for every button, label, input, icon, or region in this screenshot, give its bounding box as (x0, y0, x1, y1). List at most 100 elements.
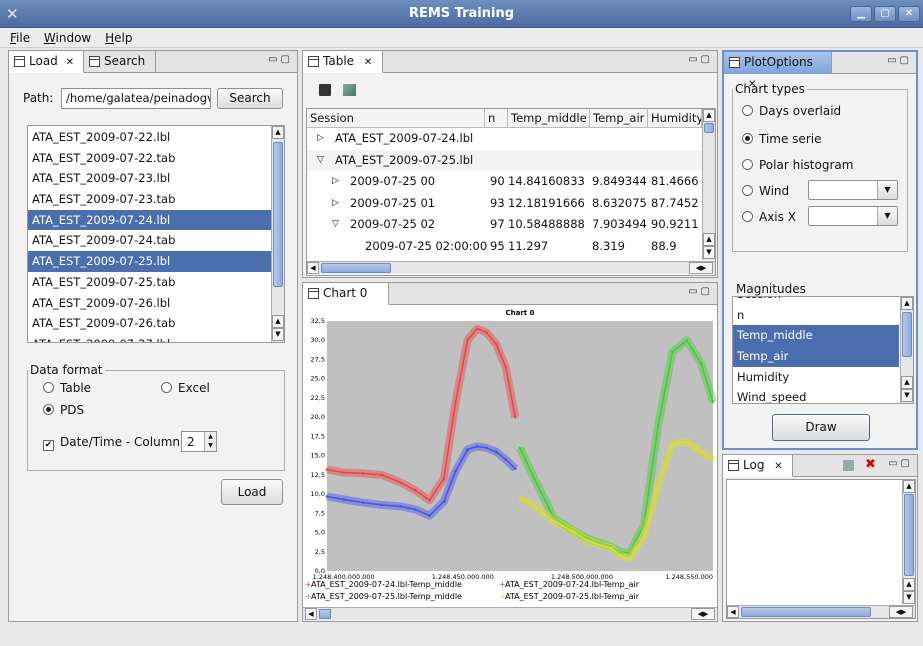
radio-axis-x[interactable]: Axis X (742, 210, 796, 224)
clear-log-icon[interactable]: ✖ (865, 457, 876, 472)
radio-polar-histogram[interactable]: Polar histogram (742, 158, 853, 172)
search-button[interactable]: Search (217, 88, 283, 109)
data-table[interactable]: Session n Temp_middle Temp_air Humidity … (306, 108, 716, 276)
scroll-thumb[interactable] (904, 494, 914, 576)
file-list-item[interactable]: ATA_EST_2009-07-22.tab (28, 148, 271, 169)
tab-search[interactable]: Search (84, 51, 156, 73)
magnitude-item[interactable]: Temp_air (733, 346, 899, 367)
save-log-icon[interactable] (843, 460, 854, 471)
radio-time-serie[interactable]: Time serie (742, 132, 821, 146)
column-header[interactable]: n (485, 109, 508, 128)
column-header[interactable]: Humidity (648, 109, 702, 128)
file-list-item[interactable]: ATA_EST_2009-07-27.lbl (28, 334, 271, 342)
chevron-down-icon[interactable]: ▼ (877, 207, 897, 225)
file-list-item[interactable]: ATA_EST_2009-07-24.tab (28, 230, 271, 251)
radio-table[interactable]: Table (43, 381, 91, 395)
table-hscrollbar[interactable]: ◀ ◀▶ (307, 261, 715, 274)
scroll-up-icon[interactable]: ▲ (703, 109, 715, 122)
scroll-arrows-icon[interactable]: ◀▶ (889, 606, 913, 618)
scroll-down-icon[interactable]: ▼ (703, 246, 715, 259)
path-input[interactable]: /home/galatea/peinadogv (61, 88, 211, 109)
minimize-maximize-icons[interactable]: ▭▢ (887, 55, 912, 66)
magnitudes-list[interactable]: SessionnTemp_middleTemp_airHumidityWind_… (732, 296, 914, 404)
table-row[interactable]: ▷ 2009-07-25 00 90 14.84160833 9.849344 81.46… (307, 171, 702, 192)
collapsed-arrow-icon[interactable]: ▷ (317, 128, 324, 149)
column-spinner[interactable]: 2 ▲ ▼ (181, 431, 217, 452)
maximize-button[interactable]: ▢ (874, 6, 896, 22)
menu-window[interactable]: Window (44, 28, 91, 48)
file-list[interactable]: ATA_EST_2009-07-22.lbl ATA_EST_2009-07-22… (27, 125, 285, 343)
magnitude-item[interactable]: Temp_middle (733, 325, 899, 347)
table-row[interactable]: ▽ ATA_EST_2009-07-25.lbl (307, 149, 702, 171)
file-list-item[interactable]: ATA_EST_2009-07-26.lbl (28, 293, 271, 314)
file-list-item[interactable]: ATA_EST_2009-07-23.tab (28, 189, 271, 210)
radio-pds[interactable]: PDS (43, 403, 84, 417)
export-image-icon[interactable] (343, 84, 356, 96)
minimize-maximize-icons[interactable]: ▭▢ (268, 54, 293, 65)
file-list-scrollbar[interactable]: ▲ ▲ ▼ (271, 126, 284, 342)
log-vscrollbar[interactable]: ▲ ▲ ▼ (902, 480, 915, 604)
file-list-item[interactable]: ATA_EST_2009-07-22.lbl (28, 127, 271, 148)
magnitude-item[interactable]: Humidity (733, 367, 899, 388)
scroll-left-icon[interactable]: ◀ (305, 608, 317, 620)
scroll-down-icon[interactable]: ▼ (272, 328, 284, 341)
scroll-thumb[interactable] (321, 263, 391, 273)
scroll-down-icon[interactable]: ▼ (903, 591, 915, 604)
expanded-arrow-icon[interactable]: ▽ (332, 214, 339, 235)
scroll-up-icon[interactable]: ▲ (703, 233, 715, 246)
magnitude-item[interactable]: Wind_speed (733, 387, 899, 403)
scroll-up-icon[interactable]: ▲ (903, 480, 915, 493)
save-icon[interactable] (319, 84, 331, 96)
minimize-maximize-icons[interactable]: ▭▢ (688, 286, 713, 297)
scroll-arrows-icon[interactable]: ◀▶ (689, 262, 713, 274)
load-button[interactable]: Load (221, 479, 283, 505)
spinner-arrows-icon[interactable]: ▲ ▼ (204, 432, 216, 451)
scroll-down-icon[interactable]: ▼ (901, 389, 913, 402)
magnitudes-scrollbar[interactable]: ▲ ▲ ▼ (900, 297, 913, 403)
collapsed-arrow-icon[interactable]: ▷ (332, 193, 339, 214)
menu-help[interactable]: Help (105, 28, 132, 48)
scroll-up-icon[interactable]: ▲ (272, 126, 284, 139)
magnitude-item[interactable]: Session (733, 297, 899, 305)
column-header[interactable]: Session (307, 109, 485, 128)
temperature-chart[interactable]: Chart 0 32,5 30,0 27,5 25,0 22,5 20,0 17,5 15,0 1… (303, 305, 717, 607)
table-row[interactable]: ▽ 2009-07-25 02 97 10.58488888 7.903494 90.92… (307, 214, 702, 235)
scroll-thumb[interactable] (704, 123, 714, 133)
table-row[interactable]: ▷ ATA_EST_2009-07-24.lbl (307, 128, 702, 149)
scroll-thumb[interactable] (273, 142, 283, 287)
tab-load[interactable]: Load ✕ (9, 51, 84, 73)
magnitude-item[interactable]: n (733, 305, 899, 326)
file-list-item[interactable]: ATA_EST_2009-07-25.lbl (28, 251, 271, 272)
file-list-item[interactable]: ATA_EST_2009-07-26.tab (28, 313, 271, 334)
close-tab-icon[interactable]: ✕ (774, 461, 782, 472)
chart-hscrollbar[interactable]: ◀ ◀▶ (303, 607, 717, 620)
scroll-left-icon[interactable]: ◀ (727, 606, 739, 618)
expanded-arrow-icon[interactable]: ▽ (317, 150, 324, 171)
file-list-item[interactable]: ATA_EST_2009-07-25.tab (28, 272, 271, 293)
wind-combo[interactable]: ▼ (808, 180, 898, 200)
tab-table[interactable]: Table ✕ (303, 51, 383, 73)
scroll-up-icon[interactable]: ▲ (901, 297, 913, 310)
close-tab-icon[interactable]: ✕ (66, 57, 74, 68)
log-hscrollbar[interactable]: ◀ ◀▶ (727, 605, 915, 618)
menu-file[interactable]: File (10, 28, 30, 48)
scroll-left-icon[interactable]: ◀ (307, 262, 319, 274)
table-vscrollbar[interactable]: ▲ ▲ ▼ (702, 109, 715, 260)
tab-log[interactable]: Log ✕ (723, 455, 793, 477)
file-list-item[interactable]: ATA_EST_2009-07-24.lbl (28, 209, 271, 231)
minimize-maximize-icons[interactable]: ▭▢ (888, 458, 913, 469)
scroll-thumb[interactable] (319, 609, 331, 619)
scroll-up-icon[interactable]: ▲ (901, 376, 913, 389)
tab-chart-0[interactable]: Chart 0 ✕ (303, 283, 389, 321)
scroll-thumb[interactable] (902, 312, 912, 357)
radio-days-overlaid[interactable]: Days overlaid (742, 104, 841, 118)
column-header[interactable]: Temp_air (590, 109, 648, 128)
scroll-up-icon[interactable]: ▲ (272, 315, 284, 328)
radio-wind[interactable]: Wind (742, 184, 789, 198)
draw-button[interactable]: Draw (772, 414, 870, 441)
table-row[interactable]: 2009-07-25 02:00:00 95 11.297 8.319 88.9 (307, 236, 702, 257)
close-tab-icon[interactable]: ✕ (364, 57, 372, 68)
collapsed-arrow-icon[interactable]: ▷ (332, 171, 339, 192)
close-button[interactable]: ✕ (898, 6, 920, 22)
radio-excel[interactable]: Excel (161, 381, 210, 395)
